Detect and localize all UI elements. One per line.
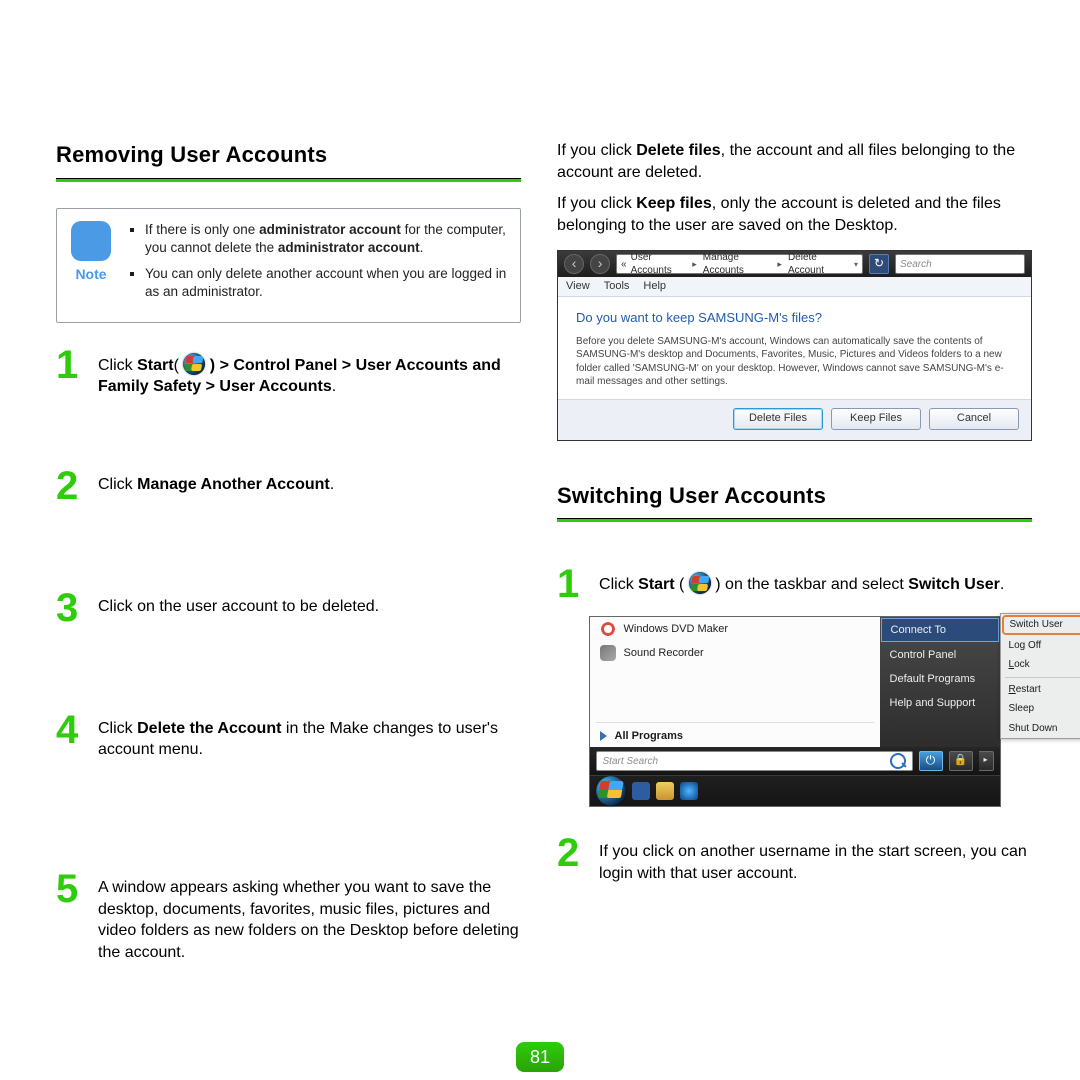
note-box: Note If there is only one administrator … [56, 208, 521, 323]
power-flyout: Switch User Log Off Lock Restart Sleep S… [1000, 613, 1080, 739]
cancel-button[interactable]: Cancel [929, 408, 1019, 430]
breadcrumb[interactable]: Delete Account [788, 251, 846, 278]
right-item-connect-to[interactable]: Connect To Switch User Log Off Lock Rest… [881, 618, 999, 642]
start-item-sound-recorder[interactable]: Sound Recorder [590, 641, 880, 665]
note-badge: Note [67, 221, 115, 310]
start-menu-panel: Windows DVD Maker Sound Recorder All Pro… [590, 617, 1000, 747]
all-programs-button[interactable]: All Programs [590, 725, 880, 748]
section-heading-switching: Switching User Accounts [557, 481, 1032, 517]
dlg-body: Do you want to keep SAMSUNG-M's files? B… [558, 297, 1031, 399]
right-item-default-programs[interactable]: Default Programs [880, 667, 1000, 691]
triangle-right-icon [600, 731, 607, 741]
note-label: Note [75, 265, 106, 284]
keep-files-button[interactable]: Keep Files [831, 408, 921, 430]
start-menu-left: Windows DVD Maker Sound Recorder All Pro… [590, 617, 880, 747]
note-item-2: You can only delete another account when… [145, 265, 508, 301]
menu-view[interactable]: View [566, 279, 590, 294]
dlg-menubar: View Tools Help [558, 277, 1031, 297]
note-list: If there is only one administrator accou… [129, 221, 508, 310]
right-step-1: 1 Click Start ( ) on the taskbar and sel… [557, 566, 1032, 602]
step-number: 5 [56, 871, 86, 907]
quicklaunch-show-desktop[interactable] [632, 782, 650, 800]
flyout-switch-user[interactable]: Switch User [1002, 615, 1080, 635]
right-column: If you click Delete files, the account a… [557, 140, 1032, 1080]
dlg-header: « User Accounts Manage Accounts Delete A… [558, 251, 1031, 277]
taskbar [590, 775, 1000, 806]
dvd-icon [600, 621, 616, 637]
right-para-2: If you click Keep files, only the accoun… [557, 193, 1032, 236]
start-search-input[interactable]: Start Search [596, 751, 913, 771]
note-item-1: If there is only one administrator accou… [145, 221, 508, 257]
power-button[interactable]: ⏻ [919, 751, 943, 771]
document-page: Removing User Accounts Note If there is … [0, 0, 1080, 1080]
start-item-dvd-maker[interactable]: Windows DVD Maker [590, 617, 880, 641]
flyout-log-off[interactable]: Log Off [1001, 636, 1080, 656]
lock-button[interactable]: 🔒 [949, 751, 973, 771]
windows-orb-icon [183, 353, 205, 375]
left-step-5: 5 A window appears asking whether you wa… [56, 871, 521, 963]
right-item-help[interactable]: Help and Support [880, 691, 1000, 715]
note-icon [71, 221, 111, 261]
delete-account-dialog: « User Accounts Manage Accounts Delete A… [557, 250, 1032, 440]
section-heading-removing: Removing User Accounts [56, 140, 521, 176]
windows-orb-icon [689, 572, 711, 594]
microphone-icon [600, 645, 616, 661]
power-options-arrow[interactable]: ▸ [979, 751, 994, 771]
start-search-row: Start Search ⏻ 🔒 ▸ [590, 747, 1000, 775]
step-number: 1 [56, 347, 86, 383]
search-input[interactable]: Search [895, 254, 1025, 274]
start-menu-right: Connect To Switch User Log Off Lock Rest… [880, 617, 1000, 747]
left-step-2: 2 Click Manage Another Account. [56, 468, 521, 504]
left-step-4: 4 Click Delete the Account in the Make c… [56, 712, 521, 761]
quicklaunch-ie[interactable] [680, 782, 698, 800]
quicklaunch-explorer[interactable] [656, 782, 674, 800]
step-number: 2 [56, 468, 86, 504]
step-number: 1 [557, 566, 587, 602]
left-step-1: 1 Click Start( ) > Control Panel > User … [56, 347, 521, 398]
flyout-lock[interactable]: Lock [1001, 655, 1080, 675]
refresh-button[interactable] [869, 254, 889, 274]
menu-help[interactable]: Help [643, 279, 666, 294]
flyout-sleep[interactable]: Sleep [1001, 699, 1080, 719]
left-column: Removing User Accounts Note If there is … [56, 140, 521, 1080]
step-number: 4 [56, 712, 86, 748]
breadcrumb[interactable]: Manage Accounts [703, 251, 772, 278]
step-number: 3 [56, 590, 86, 626]
start-menu-screenshot: Windows DVD Maker Sound Recorder All Pro… [589, 616, 1001, 807]
flyout-shut-down[interactable]: Shut Down [1001, 719, 1080, 739]
step-number: 2 [557, 835, 587, 871]
chevron-down-icon[interactable] [850, 258, 858, 272]
right-item-control-panel[interactable]: Control Panel [880, 643, 1000, 667]
left-step-3: 3 Click on the user account to be delete… [56, 590, 521, 626]
search-icon [890, 753, 906, 769]
breadcrumb[interactable]: User Accounts [631, 251, 687, 278]
start-orb-icon[interactable] [596, 776, 626, 806]
right-step-2: 2 If you click on another username in th… [557, 835, 1032, 884]
right-para-1: If you click Delete files, the account a… [557, 140, 1032, 183]
nav-forward-button[interactable] [590, 254, 610, 274]
page-number-badge: 81 [516, 1042, 564, 1072]
menu-tools[interactable]: Tools [604, 279, 630, 294]
nav-back-button[interactable] [564, 254, 584, 274]
delete-files-button[interactable]: Delete Files [733, 408, 823, 430]
flyout-restart[interactable]: Restart [1001, 680, 1080, 700]
dlg-title: Do you want to keep SAMSUNG-M's files? [576, 309, 1013, 327]
dlg-button-row: Delete Files Keep Files Cancel [558, 399, 1031, 440]
address-bar[interactable]: « User Accounts Manage Accounts Delete A… [616, 254, 863, 274]
dlg-text: Before you delete SAMSUNG-M's account, W… [576, 335, 1013, 389]
